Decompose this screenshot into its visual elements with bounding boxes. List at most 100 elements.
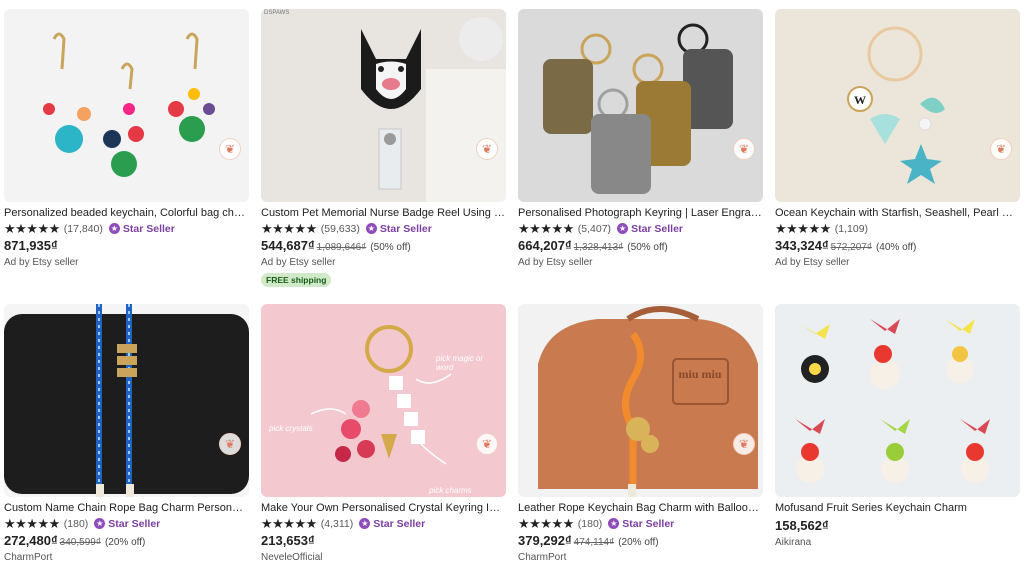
price-row: 379,292₫ 474,114₫ (20% off)	[518, 533, 763, 548]
favorite-heart-icon[interactable]: ❦	[990, 138, 1012, 160]
discount-label: (20% off)	[618, 537, 659, 548]
listing-title[interactable]: Custom Name Chain Rope Bag Charm Persona…	[4, 502, 249, 514]
listing-image[interactable]: ❦	[4, 304, 249, 497]
discount-label: (20% off)	[104, 537, 146, 548]
listing-card[interactable]: W ❦ Ocean Keychain with Starfish, Seashe…	[775, 9, 1020, 268]
listing-rating: ★★★★★ (59,633) ★ Star Seller	[261, 222, 506, 235]
review-count: (4,311)	[320, 517, 354, 530]
rating-stars-icon: ★★★★★	[4, 221, 60, 236]
price: 343,324₫	[775, 238, 829, 253]
listing-card[interactable]: pick crystals pick magic or word pick ch…	[261, 304, 506, 563]
image-annotation: pick crystals	[269, 424, 313, 433]
price-row: 871,935₫	[4, 238, 249, 253]
listing-image[interactable]	[775, 304, 1020, 497]
price-row: 158,562₫	[775, 518, 1020, 533]
price-row: 343,324₫ 572,207₫ (40% off)	[775, 238, 1020, 253]
price: 272,480₫	[4, 533, 58, 548]
star-badge-icon: ★	[359, 518, 371, 529]
svg-text:W: W	[854, 93, 866, 107]
star-seller-badge: ★ Star Seller	[108, 222, 175, 235]
listing-card[interactable]: ❦ Personalized beaded keychain, Colorful…	[4, 9, 249, 268]
favorite-heart-icon[interactable]: ❦	[476, 138, 498, 160]
star-seller-badge: ★ Star Seller	[94, 517, 161, 530]
listing-title[interactable]: Custom Pet Memorial Nurse Badge Reel Usi…	[261, 207, 506, 219]
price: 213,653₫	[261, 533, 315, 548]
seller-label[interactable]: Aikirana	[775, 537, 1020, 548]
listing-image[interactable]: pick crystals pick magic or word pick ch…	[261, 304, 506, 497]
star-badge-icon: ★	[94, 518, 106, 529]
listing-title[interactable]: Make Your Own Personalised Crystal Keyri…	[261, 502, 506, 514]
image-annotation: pick charms	[429, 486, 472, 495]
price-row: 272,480₫ 340,599₫ (20% off)	[4, 533, 249, 548]
discount-label: (50% off)	[370, 242, 411, 253]
favorite-heart-icon[interactable]: ❦	[219, 138, 241, 160]
listing-title[interactable]: Leather Rope Keychain Bag Charm with Bal…	[518, 502, 763, 514]
rating-stars-icon: ★★★★★	[261, 221, 317, 236]
seller-label[interactable]: CharmPort	[4, 552, 249, 563]
price: 871,935₫	[4, 238, 58, 253]
price: 544,687₫	[261, 238, 315, 253]
free-shipping-badge: FREE shipping	[261, 273, 332, 287]
favorite-heart-icon[interactable]: ❦	[733, 433, 755, 455]
listing-card[interactable]: ❦ Custom Name Chain Rope Bag Charm Perso…	[4, 304, 249, 563]
price-row: 664,207₫ 1,328,413₫ (50% off)	[518, 238, 763, 253]
price-row: 544,687₫ 1,089,646₫ (50% off)	[261, 238, 506, 253]
listing-rating: ★★★★★ (5,407) ★ Star Seller	[518, 222, 763, 235]
image-watermark: DSPAWS	[264, 10, 290, 16]
seller-label: Ad by Etsy seller	[775, 257, 850, 268]
bag-brand-label: miu miu	[678, 367, 721, 381]
listing-card[interactable]: miu miu ❦ Leather Rope Keychain Bag Char…	[518, 304, 763, 563]
listing-rating: ★★★★★ (4,311) ★ Star Seller	[261, 517, 506, 530]
price: 664,207₫	[518, 238, 572, 253]
listing-image[interactable]: ❦	[518, 9, 763, 202]
star-seller-badge: ★ Star Seller	[359, 517, 426, 530]
rating-stars-icon: ★★★★★	[261, 516, 317, 531]
listing-title[interactable]: Mofusand Fruit Series Keychain Charm	[775, 502, 1020, 514]
image-annotation: pick magic or word	[436, 354, 484, 372]
price: 158,562₫	[775, 518, 829, 533]
seller-label: Ad by Etsy seller	[518, 257, 593, 268]
listing-grid: ❦ Personalized beaded keychain, Colorful…	[0, 0, 1024, 569]
listing-card[interactable]: DSPAWS ❦ Custom Pet Memorial Nurse Badge…	[261, 9, 506, 288]
original-price: 474,114₫	[573, 537, 615, 548]
review-count: (17,840)	[63, 222, 103, 235]
star-badge-icon: ★	[108, 223, 120, 234]
listing-title[interactable]: Personalized beaded keychain, Colorful b…	[4, 207, 249, 219]
listing-rating: ★★★★★ (180) ★ Star Seller	[4, 517, 249, 530]
original-price: 1,089,646₫	[316, 242, 367, 253]
seller-label[interactable]: NeveleOfficial	[261, 552, 506, 563]
listing-rating: ★★★★★ (1,109)	[775, 222, 1020, 235]
listing-image[interactable]: DSPAWS ❦	[261, 9, 506, 202]
favorite-heart-icon[interactable]: ❦	[219, 433, 241, 455]
review-count: (59,633)	[320, 222, 360, 235]
review-count: (180)	[577, 517, 603, 530]
seller-label[interactable]: CharmPort	[518, 552, 763, 563]
review-count: (180)	[63, 517, 89, 530]
listing-image[interactable]: ❦	[4, 9, 249, 202]
listing-image[interactable]: miu miu ❦	[518, 304, 763, 497]
price-row: 213,653₫	[261, 533, 506, 548]
listing-image[interactable]: W ❦	[775, 9, 1020, 202]
listing-title[interactable]: Ocean Keychain with Starfish, Seashell, …	[775, 207, 1020, 219]
listing-card[interactable]: Mofusand Fruit Series Keychain Charm 158…	[775, 304, 1020, 548]
rating-stars-icon: ★★★★★	[775, 221, 831, 236]
listing-rating: ★★★★★ (17,840) ★ Star Seller	[4, 222, 249, 235]
favorite-heart-icon[interactable]: ❦	[733, 138, 755, 160]
discount-label: (40% off)	[875, 242, 917, 253]
review-count: (5,407)	[577, 222, 612, 235]
price: 379,292₫	[518, 533, 572, 548]
original-price: 1,328,413₫	[573, 242, 624, 253]
star-badge-icon: ★	[617, 223, 629, 234]
star-badge-icon: ★	[365, 223, 377, 234]
star-badge-icon: ★	[608, 518, 620, 529]
listing-card[interactable]: ❦ Personalised Photograph Keyring | Lase…	[518, 9, 763, 268]
review-count: (1,109)	[834, 222, 869, 235]
rating-stars-icon: ★★★★★	[4, 516, 60, 531]
favorite-heart-icon[interactable]: ❦	[476, 433, 498, 455]
listing-title[interactable]: Personalised Photograph Keyring | Laser …	[518, 207, 763, 219]
star-seller-badge: ★ Star Seller	[617, 222, 684, 235]
listing-rating: ★★★★★ (180) ★ Star Seller	[518, 517, 763, 530]
star-seller-badge: ★ Star Seller	[608, 517, 675, 530]
original-price: 340,599₫	[59, 537, 101, 548]
seller-label: Ad by Etsy seller	[261, 257, 336, 268]
